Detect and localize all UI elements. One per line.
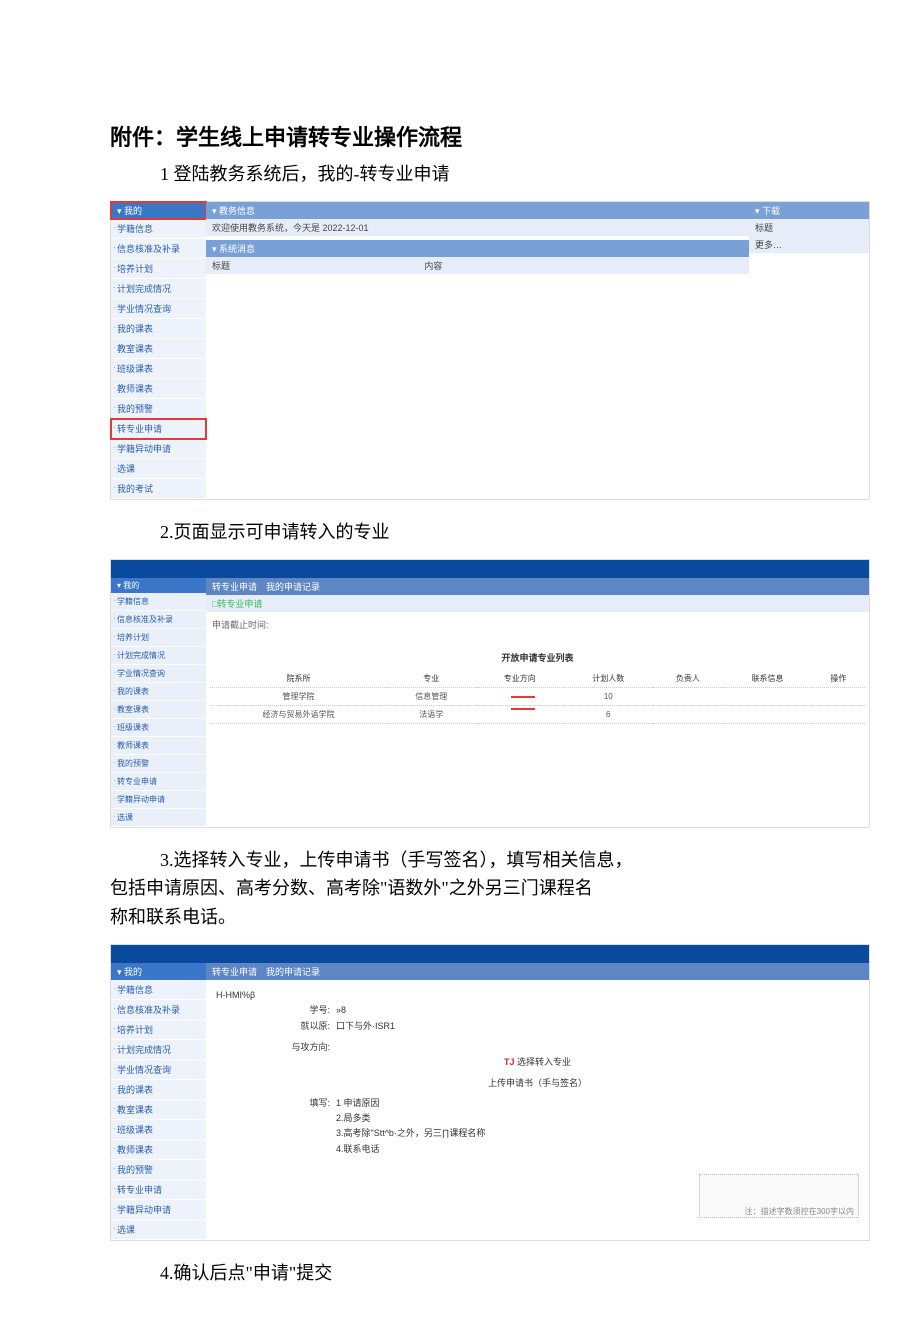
main-panel: 转专业申请 我的申请记录 □转专业申请 申请截止时间: 开放申请专业列表 院系所… <box>206 578 869 827</box>
sidebar-item[interactable]: 信息核准及补录 <box>111 1000 206 1020</box>
label-direction: 与攻方向: <box>216 1040 336 1055</box>
upload-application-text[interactable]: 上传申请书（手与签名） <box>216 1076 859 1091</box>
sidebar-item[interactable]: 计划完成情况 <box>111 1040 206 1060</box>
sidebar: ▾ 我的 学籍信息 信息核准及补录 培养计划 计划完成情况 学业情况查询 我的课… <box>111 578 206 827</box>
sidebar-item[interactable]: 学籍异动申请 <box>111 1200 206 1220</box>
major-table: 院系所 专业 专业方向 计划人数 负责人 联系信息 操作 管理学院 信息管理 <box>210 670 865 724</box>
tj-marker: TJ <box>504 1057 515 1067</box>
sidebar-item-transfer-major[interactable]: 转专业申请 <box>111 1180 206 1200</box>
sidebar-item[interactable]: 教师课表 <box>111 1140 206 1160</box>
msg-panel-header: ▾ 系统消息 <box>206 240 749 257</box>
sidebar-item[interactable]: 培养计划 <box>111 259 206 279</box>
sidebar-item[interactable]: 学业情况查询 <box>111 665 206 683</box>
sidebar-item[interactable]: 班级课表 <box>111 1120 206 1140</box>
sidebar-item[interactable]: 我的预警 <box>111 1160 206 1180</box>
sidebar-item[interactable]: 我的预警 <box>111 755 206 773</box>
student-line: H-HMI%β <box>216 988 859 1003</box>
sidebar-item[interactable]: 选课 <box>111 1220 206 1240</box>
welcome-text: 欢迎使用教务系统，今天是 2022-12-01 <box>206 219 749 236</box>
sidebar-item[interactable]: 培养计划 <box>111 1020 206 1040</box>
sidebar-item[interactable]: 教师课表 <box>111 737 206 755</box>
select-major-text[interactable]: 选择转入专业 <box>515 1057 572 1067</box>
sidebar-item[interactable]: 信息核准及补录 <box>111 611 206 629</box>
sidebar-item[interactable]: 学业情况查询 <box>111 299 206 319</box>
sidebar-item[interactable]: 学籍信息 <box>111 980 206 1000</box>
label-fill: 填写: <box>216 1096 336 1157</box>
screenshot-3: ▾ 我的 学籍信息 信息核准及补录 培养计划 计划完成情况 学业情况查询 我的课… <box>110 944 870 1241</box>
fill-item-2: 2.局多类 <box>336 1111 859 1126</box>
sidebar-header[interactable]: ▾ 我的 <box>111 202 206 219</box>
value-student-id: »8 <box>336 1003 859 1018</box>
col-contact: 联系信息 <box>723 670 812 688</box>
sidebar-item[interactable]: 我的预警 <box>111 399 206 419</box>
sidebar-item[interactable]: 选课 <box>111 459 206 479</box>
download-label: 标题 <box>749 219 869 236</box>
sidebar-item[interactable]: 学业情况查询 <box>111 1060 206 1080</box>
col-content: 内容 <box>424 259 442 272</box>
sidebar-item[interactable]: 班级课表 <box>111 719 206 737</box>
download-more-link[interactable]: 更多… <box>749 236 869 253</box>
sidebar-item[interactable]: 我的课表 <box>111 319 206 339</box>
sidebar-item[interactable]: 班级课表 <box>111 359 206 379</box>
step-1: 1 登陆教务系统后，我的-转专业申请 <box>160 160 810 189</box>
fill-item-1: 1 申请原因 <box>336 1096 859 1111</box>
sidebar-item[interactable]: 我的课表 <box>111 683 206 701</box>
sidebar: ▾ 我的 学籍信息 信息核准及补录 培养计划 计划完成情况 学业情况查询 我的课… <box>111 202 206 499</box>
screenshot-2: ▾ 我的 学籍信息 信息核准及补录 培养计划 计划完成情况 学业情况查询 我的课… <box>110 559 870 828</box>
sidebar-item[interactable]: 学籍异动申请 <box>111 791 206 809</box>
sidebar-item[interactable]: 培养计划 <box>111 629 206 647</box>
step-3: 3.选择转入专业，上传申请书（手写签名），填写相关信息， 包括申请原因、高考分数… <box>110 846 810 932</box>
label-student-id: 学号: <box>216 1003 336 1018</box>
sidebar-item-transfer-major[interactable]: 转专业申请 <box>111 419 206 439</box>
sidebar-item[interactable]: 教室课表 <box>111 1100 206 1120</box>
info-panel-header: ▾ 教务信息 <box>206 202 749 219</box>
sidebar-item[interactable]: 学籍异动申请 <box>111 439 206 459</box>
sidebar-item[interactable]: 选课 <box>111 809 206 827</box>
deadline-label: 申请截止时间: <box>206 612 869 637</box>
sidebar-item[interactable]: 学籍信息 <box>111 219 206 239</box>
col-plan: 计划人数 <box>564 670 653 688</box>
sidebar-item[interactable]: 教室课表 <box>111 339 206 359</box>
col-major: 专业 <box>387 670 476 688</box>
step-4: 4.确认后点"申请"提交 <box>160 1259 810 1288</box>
sidebar-item[interactable]: 学籍信息 <box>111 593 206 611</box>
page-title: 附件：学生线上申请转专业操作流程 <box>110 120 810 152</box>
sidebar-header[interactable]: ▾ 我的 <box>111 963 206 980</box>
sidebar-item[interactable]: 我的课表 <box>111 1080 206 1100</box>
sidebar-item[interactable]: 计划完成情况 <box>111 279 206 299</box>
value-current: 口下与外·ISR1 <box>336 1019 859 1034</box>
main-panel: ▾ 教务信息 欢迎使用教务系统，今天是 2022-12-01 ▾ 系统消息 标题… <box>206 202 869 499</box>
tab-bar[interactable]: 转专业申请 我的申请记录 <box>206 963 869 980</box>
table-row[interactable]: 经济与贸易外语学院 法语学 6 <box>210 705 865 723</box>
sidebar-item[interactable]: 教室课表 <box>111 701 206 719</box>
sidebar-item[interactable]: 教师课表 <box>111 379 206 399</box>
sidebar: ▾ 我的 学籍信息 信息核准及补录 培养计划 计划完成情况 学业情况查询 我的课… <box>111 963 206 1240</box>
col-dept: 院系所 <box>210 670 387 688</box>
highlight-marker-icon <box>511 696 535 710</box>
col-op: 操作 <box>812 670 865 688</box>
fill-item-4: 4.联系电话 <box>336 1142 859 1157</box>
main-panel: 转专业申请 我的申请记录 H-HMI%β 学号: »8 就以原: 口下与外·IS… <box>206 963 869 1240</box>
fill-item-3: 3.高考除"Stt^b·之外，另三∏课程名称 <box>336 1126 859 1141</box>
table-row[interactable]: 管理学院 信息管理 10 <box>210 687 865 705</box>
col-direction: 专业方向 <box>476 670 565 688</box>
sidebar-item[interactable]: 我的考试 <box>111 479 206 499</box>
tab-bar[interactable]: 转专业申请 我的申请记录 <box>206 578 869 595</box>
transfer-form: H-HMI%β 学号: »8 就以原: 口下与外·ISR1 与攻方向: <box>206 980 869 1165</box>
col-owner: 负责人 <box>653 670 724 688</box>
download-panel-header: ▾ 下载 <box>749 202 869 219</box>
screenshot-1: ▾ 我的 学籍信息 信息核准及补录 培养计划 计划完成情况 学业情况查询 我的课… <box>110 201 870 500</box>
step-2: 2.页面显示可申请转入的专业 <box>160 518 810 547</box>
sidebar-item[interactable]: 信息核准及补录 <box>111 239 206 259</box>
sidebar-item-transfer-major[interactable]: 转专业申请 <box>111 773 206 791</box>
label-current: 就以原: <box>216 1019 336 1034</box>
sidebar-item[interactable]: 计划完成情况 <box>111 647 206 665</box>
col-title: 标题 <box>212 259 424 272</box>
table-caption: 开放申请专业列表 <box>210 645 865 670</box>
subtab-transfer[interactable]: □转专业申请 <box>206 595 869 612</box>
note-limit: 注：描述字数须控在300字以内 <box>699 1174 859 1218</box>
sidebar-header[interactable]: ▾ 我的 <box>111 578 206 593</box>
